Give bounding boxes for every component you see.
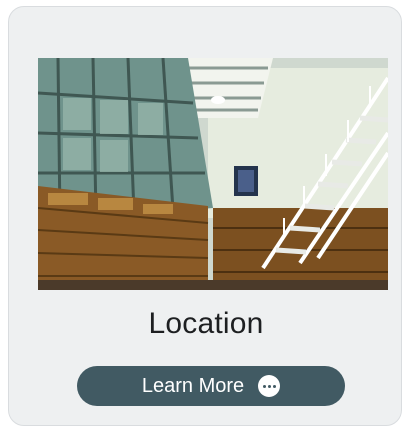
location-photo <box>38 58 388 290</box>
card-title: Location <box>148 307 264 340</box>
learn-more-label: Learn More <box>141 374 245 397</box>
learn-more-button[interactable]: Learn More <box>77 366 345 406</box>
more-horizontal-icon <box>258 375 281 397</box>
location-card: Location Learn More <box>8 6 402 426</box>
